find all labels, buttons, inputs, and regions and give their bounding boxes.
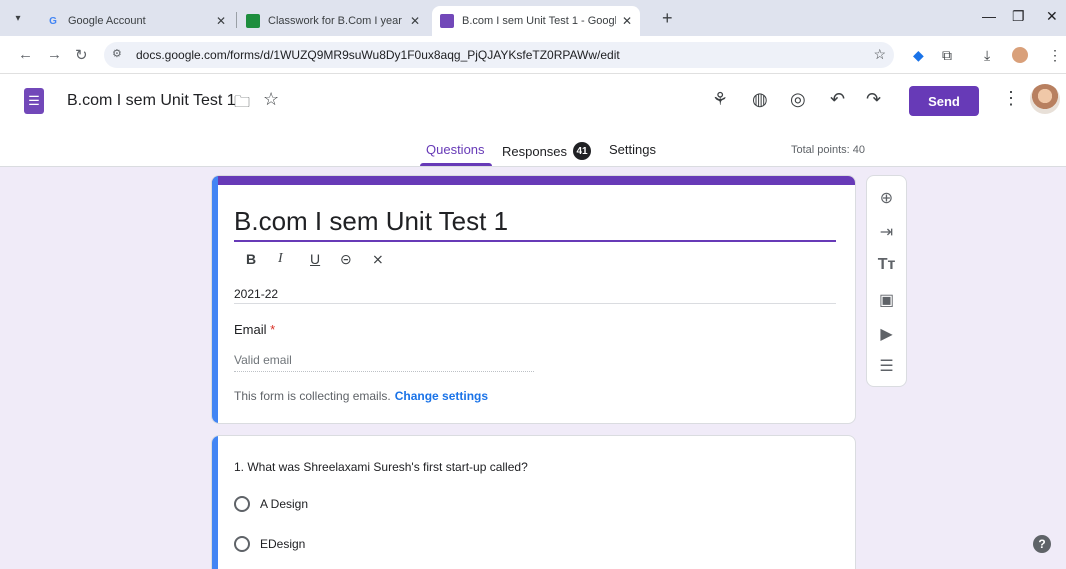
star-icon[interactable]: ☆ — [263, 89, 279, 110]
collecting-text: This form is collecting emails. — [234, 389, 391, 403]
add-image-icon[interactable]: ▣ — [867, 290, 906, 310]
forms-header: ☰ B.com I sem Unit Test 1 🗀 ☆ ⚘ ◍ ◎ ↶ ↷ … — [0, 74, 1066, 167]
email-placeholder: Valid email — [234, 353, 292, 367]
tab-forms[interactable]: F B.com I sem Unit Test 1 - Googl ✕ — [432, 6, 640, 36]
email-label-text: Email — [234, 322, 267, 337]
focus-indicator-bar — [212, 176, 218, 423]
responses-count-badge: 41 — [573, 142, 592, 160]
email-label: Email * — [234, 322, 275, 337]
browser-toolbar: ← → ↻ ⚙ docs.google.com/forms/d/1WUZQ9MR… — [0, 36, 1066, 74]
back-icon[interactable]: ← — [18, 46, 33, 63]
url-text: docs.google.com/forms/d/1WUZQ9MR9suWu8Dy… — [136, 48, 620, 62]
close-window-icon[interactable]: ✕ — [1046, 8, 1058, 25]
minimize-icon[interactable]: — — [982, 8, 996, 24]
profile-avatar[interactable] — [1012, 47, 1028, 63]
radio-button[interactable] — [234, 536, 250, 552]
underline-button[interactable]: U — [310, 251, 320, 267]
tab-classwork[interactable]: C Classwork for B.Com I year 21-2 ✕ — [238, 6, 428, 36]
required-asterisk: * — [270, 322, 276, 337]
tab-responses[interactable]: Responses 41 — [502, 142, 592, 160]
email-field-line — [234, 371, 534, 372]
active-tab-indicator — [420, 163, 492, 166]
tab-questions[interactable]: Questions — [426, 142, 485, 157]
preview-eye-icon[interactable]: ◎ — [790, 89, 806, 110]
add-question-icon[interactable]: ⊕ — [867, 188, 906, 208]
restore-icon[interactable]: ❐ — [1012, 8, 1025, 25]
folder-icon[interactable]: 🗀 — [234, 91, 250, 118]
add-section-icon[interactable]: ☰ — [867, 356, 906, 376]
close-tab-icon[interactable]: ✕ — [216, 14, 226, 28]
extension-icon[interactable]: ◆ — [913, 47, 924, 64]
document-title[interactable]: B.com I sem Unit Test 1 — [67, 92, 236, 110]
close-tab-icon[interactable]: ✕ — [622, 14, 632, 28]
undo-icon[interactable]: ↶ — [830, 89, 845, 110]
tab-search-icon[interactable]: ▾ — [8, 8, 28, 28]
reload-icon[interactable]: ↻ — [75, 46, 88, 64]
redo-icon[interactable]: ↷ — [866, 89, 881, 110]
link-icon[interactable]: ⊝ — [340, 251, 352, 268]
bold-button[interactable]: B — [246, 251, 256, 267]
italic-button[interactable]: I — [278, 251, 283, 267]
description-underline — [234, 303, 836, 304]
new-tab-icon[interactable]: + — [662, 8, 673, 29]
tab-title: B.com I sem Unit Test 1 - Googl — [462, 15, 616, 27]
forms-logo-icon[interactable]: ☰ — [24, 88, 44, 114]
option-label: EDesign — [260, 537, 306, 551]
tab-title: Google Account — [68, 15, 146, 27]
side-toolbar: ⊕ ⇥ Tт ▣ ▶ ☰ — [866, 175, 907, 387]
change-settings-link[interactable]: Change settings — [395, 389, 488, 403]
bookmark-star-icon[interactable]: ☆ — [873, 46, 886, 63]
more-options-icon[interactable]: ⋮ — [1002, 88, 1020, 109]
forms-icon: F — [440, 14, 454, 28]
total-points: Total points: 40 — [791, 144, 865, 156]
add-video-icon[interactable]: ▶ — [867, 324, 906, 344]
palette-icon[interactable]: ◍ — [752, 89, 768, 110]
extensions-puzzle-icon[interactable]: ⧉ — [942, 47, 952, 64]
browser-tab-strip: ▾ G Google Account ✕ C Classwork for B.C… — [0, 0, 1066, 36]
address-bar[interactable]: ⚙ docs.google.com/forms/d/1WUZQ9MR9suWu8… — [104, 42, 894, 68]
form-title[interactable]: B.com I sem Unit Test 1 — [234, 206, 508, 237]
title-accent-bar — [212, 176, 855, 185]
clear-formatting-icon[interactable]: ⨯ — [372, 251, 384, 268]
tab-responses-label: Responses — [502, 143, 568, 159]
question-indicator-bar — [212, 436, 218, 569]
addons-icon[interactable]: ⚘ — [712, 89, 728, 110]
site-info-icon[interactable]: ⚙ — [112, 47, 122, 60]
close-tab-icon[interactable]: ✕ — [410, 14, 420, 28]
tab-settings[interactable]: Settings — [609, 142, 656, 157]
radio-button[interactable] — [234, 496, 250, 512]
option-row[interactable]: EDesign — [234, 536, 305, 552]
form-nav-tabs: Questions Responses 41 Settings Total po… — [0, 136, 1066, 167]
form-description[interactable]: 2021-22 — [234, 287, 278, 301]
classroom-icon: C — [246, 14, 260, 28]
tab-divider — [236, 12, 237, 28]
google-icon: G — [49, 15, 57, 27]
send-button[interactable]: Send — [909, 86, 979, 116]
option-row[interactable]: A Design — [234, 496, 308, 512]
forward-icon[interactable]: → — [47, 46, 62, 63]
download-icon[interactable]: ⤓ — [984, 47, 990, 64]
browser-menu-icon[interactable]: ⋮ — [1048, 47, 1062, 64]
add-title-icon[interactable]: Tт — [867, 256, 906, 274]
tab-google-account[interactable]: G Google Account ✕ — [38, 6, 234, 36]
account-avatar[interactable] — [1030, 84, 1060, 114]
option-label: A Design — [260, 497, 309, 511]
collecting-emails-note: This form is collecting emails. Change se… — [234, 389, 488, 403]
import-questions-icon[interactable]: ⇥ — [867, 222, 906, 242]
question-text: 1. What was Shreelaxami Suresh's first s… — [234, 460, 528, 474]
help-icon[interactable]: ? — [1033, 535, 1051, 553]
question-card[interactable]: 1. What was Shreelaxami Suresh's first s… — [211, 435, 856, 569]
title-underline — [234, 240, 836, 242]
tab-title: Classwork for B.Com I year 21-2 — [268, 15, 404, 27]
form-title-card[interactable]: B.com I sem Unit Test 1 B I U ⊝ ⨯ 2021-2… — [211, 175, 856, 424]
